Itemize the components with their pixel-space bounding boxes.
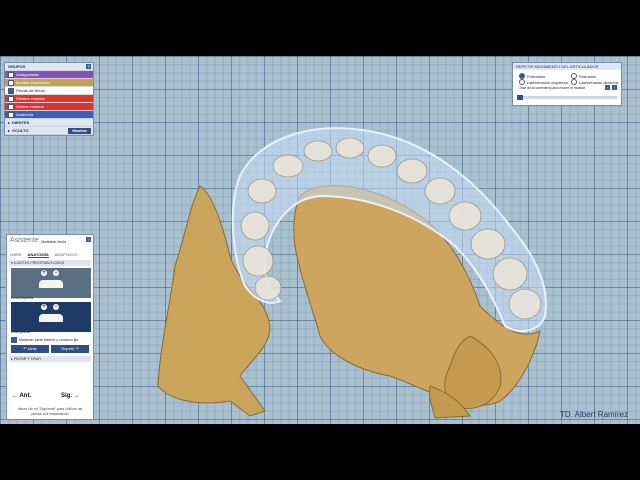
groups-panel: GRUPOS ? Antagonistas Modelo escaneado P… [4,62,94,136]
chevron-right-icon: ▸ [8,120,11,125]
step-back-icon[interactable]: ‹ [605,85,610,90]
plus-icon: + [41,304,47,310]
dental-model[interactable] [0,56,640,424]
minus-icon: − [53,304,59,310]
articulator-panel: REPETIR MOVIMIENTO DEL ARTICULADOR Protr… [512,62,622,106]
group-item-anatomia[interactable]: Anatomía [5,111,93,119]
section-pintar[interactable]: ▸ PINTAR Y TIRAR [9,356,91,362]
preset-zona-pequena[interactable]: + − [11,268,91,298]
help-icon[interactable]: ? [86,64,91,69]
assistant-title: Asistente [10,237,39,244]
prev-button[interactable]: ← Ant. [12,393,31,399]
checkbox-icon[interactable] [8,111,14,118]
preset-zona-grande[interactable]: + − [11,302,91,332]
checkbox-icon[interactable] [8,103,14,110]
tab-adaptacion[interactable]: ADAPTACIÓ [55,252,78,258]
help-icon[interactable]: ? [86,237,91,242]
checkbox-icon[interactable] [8,71,14,78]
keep-exterior-checkbox[interactable]: Mantener parte exterior y contorno fijo [11,337,78,343]
tab-libre[interactable]: LIBRE [10,252,22,258]
radio-icon [519,79,525,85]
assistant-panel: Asistente Modelado férula ? LIBRE ANATOM… [6,234,94,420]
plus-icon: + [41,270,47,276]
3d-viewport[interactable]: AR [0,56,640,424]
chevron-right-icon: ▸ [8,128,11,133]
group-item-modelo[interactable]: Modelo escaneado [5,79,93,87]
group-item-ferula[interactable]: Piezas de férula [5,87,93,95]
section-dientes[interactable]: ▸ DIENTES [5,119,93,127]
groups-header[interactable]: GRUPOS ? [5,63,93,71]
watermark-name: TD. Albert Ramírez [560,410,629,419]
group-item-unions[interactable]: Unions enlados [5,103,93,111]
minus-icon: − [53,270,59,276]
tab-anatomia[interactable]: ANATOMÍA [27,252,49,258]
mostrar-button[interactable]: Mostrar [68,127,91,134]
radio-icon [571,79,577,85]
slider-instruction: Tirar de la corredera para mover el maxi… [519,86,586,90]
tile-label: zona grande [11,330,31,334]
teeth-icon [39,314,63,322]
arrow-right-icon: → [72,393,80,399]
checkbox-icon [11,337,17,343]
radio-latero-izq[interactable]: Laterotrusión izquierda [519,79,568,85]
next-button[interactable]: Sig. → [61,393,80,399]
articulator-slider[interactable] [517,95,617,100]
assistant-tabs: LIBRE ANATOMÍA ADAPTACIÓ [10,252,78,258]
step-forward-icon[interactable]: › [612,85,617,90]
checkbox-icon[interactable] [8,95,14,102]
articulator-title: REPETIR MOVIMIENTO DEL ARTICULADOR [513,63,621,70]
tile-label: zona pequeña [11,296,34,300]
top-letterbox [0,0,640,56]
assistant-subtitle: Modelado férula [41,240,67,244]
bottom-letterbox [0,424,640,480]
section-ajustes[interactable]: ▾ AJUSTES PREESTABLECIDOS [9,260,91,266]
redo-icon: ↷ [74,346,79,351]
assistant-hint: Hacer clic en "Siguiente" para Unificar … [17,407,83,416]
atras-button[interactable]: ↶ Atrás [11,345,49,353]
checkbox-icon[interactable] [8,87,14,94]
slider-handle[interactable] [517,95,523,100]
group-item-dientes-enlados[interactable]: Dientes enlados [5,95,93,103]
repetir-button[interactable]: Repetir ↷ [51,345,89,353]
group-item-antagonistas[interactable]: Antagonistas [5,71,93,79]
teeth-icon [39,280,63,288]
checkbox-icon[interactable] [8,79,14,86]
section-oculto[interactable]: ▸ OCULTO Mostrar [5,127,93,135]
radio-latero-der[interactable]: Laterotrusión derecha [571,79,618,85]
